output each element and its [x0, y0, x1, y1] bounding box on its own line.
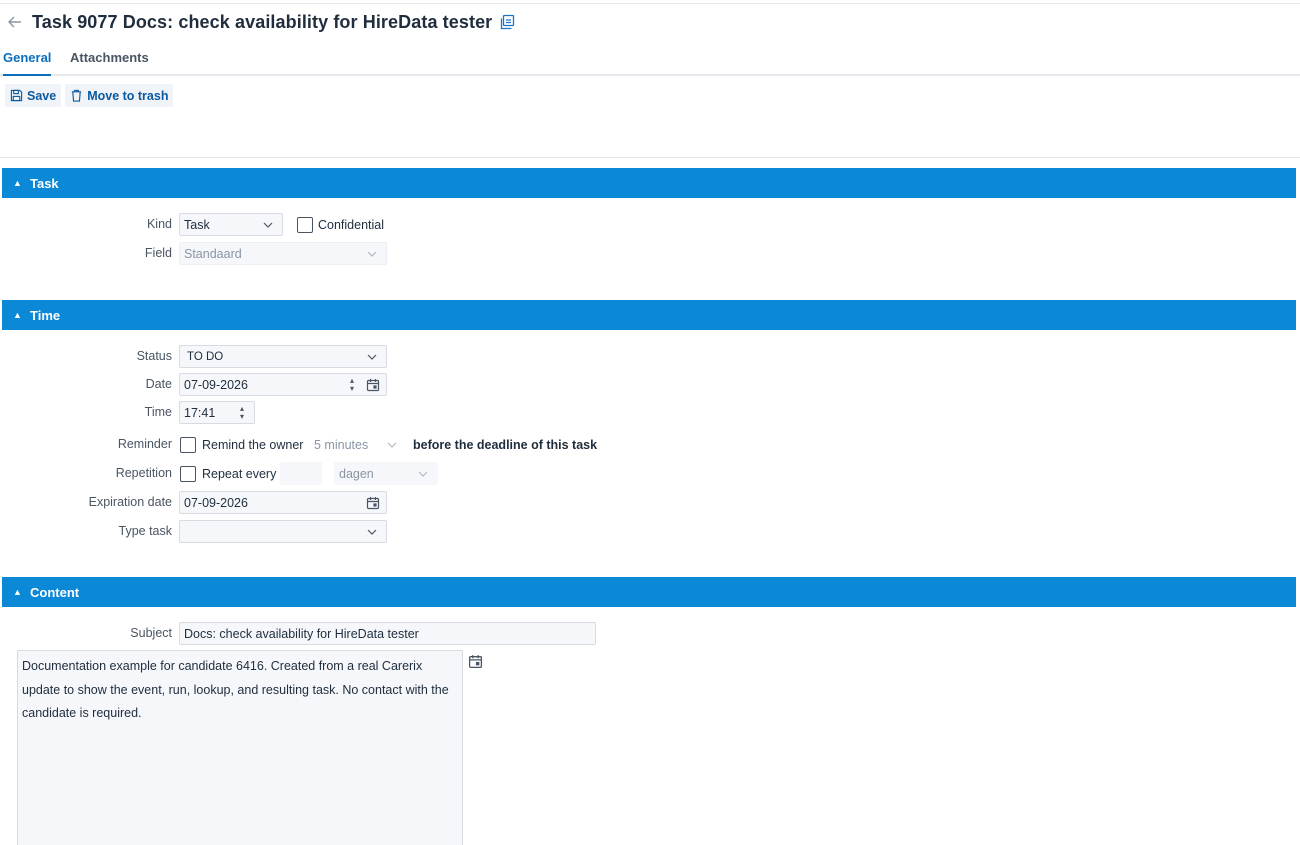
- tab-attachments[interactable]: Attachments: [70, 50, 149, 76]
- page-title: Task 9077 Docs: check availability for H…: [32, 11, 493, 32]
- reminder-text: Remind the owner: [202, 438, 304, 452]
- arrow-left-icon[interactable]: [2, 9, 28, 35]
- notes-line: Documentation example for candidate 6416…: [22, 659, 423, 673]
- toolbar: Save Move to trash: [5, 84, 174, 107]
- repeat-checkbox[interactable]: [180, 466, 196, 482]
- calendar-icon[interactable]: [468, 654, 483, 669]
- move-to-trash-button[interactable]: Move to trash: [65, 84, 174, 107]
- top-border: [0, 3, 1300, 4]
- section-content-header[interactable]: ▲ Content: [2, 577, 1296, 607]
- reminder-suffix: before the deadline of this task: [413, 438, 598, 452]
- chevron-down-icon: [367, 354, 377, 360]
- repeat-unit-value: dagen: [339, 466, 374, 481]
- repeat-count-input: [280, 462, 322, 485]
- reminder-interval-value: 5 minutes: [314, 437, 369, 452]
- tab-general[interactable]: General: [3, 50, 52, 76]
- reminder-label: Reminder: [117, 437, 172, 451]
- chevron-down-icon: [367, 251, 377, 257]
- time-input[interactable]: 17:41 ▴ ▾: [179, 401, 255, 424]
- field-value: Standaard: [184, 246, 242, 261]
- confidential-checkbox[interactable]: [297, 217, 313, 233]
- repeat-unit-select: dagen: [334, 462, 438, 485]
- type-task-select[interactable]: [179, 520, 387, 543]
- collapse-triangle-icon: ▲: [13, 178, 22, 188]
- kind-label: Kind: [146, 217, 172, 231]
- status-value: TO DO: [187, 350, 224, 363]
- notes-line: candidate is required.: [22, 706, 142, 720]
- subject-label: Subject: [130, 626, 172, 640]
- date-input[interactable]: 07-09-2026 ▴ ▾: [179, 373, 387, 396]
- date-value: 07-09-2026: [184, 377, 248, 392]
- trash-label: Move to trash: [87, 88, 169, 103]
- reminder-interval-select: 5 minutes: [309, 433, 407, 456]
- save-icon: [10, 89, 23, 102]
- save-button[interactable]: Save: [5, 84, 62, 107]
- section-task-header[interactable]: ▲ Task: [2, 168, 1296, 198]
- field-select: Standaard: [179, 242, 387, 265]
- notes-textarea[interactable]: Documentation example for candidate 6416…: [17, 650, 463, 845]
- section-title: Content: [30, 584, 80, 600]
- subject-input[interactable]: Docs: check availability for HireData te…: [179, 622, 596, 645]
- type-task-label: Type task: [118, 524, 173, 538]
- copy-icon[interactable]: [499, 13, 517, 31]
- section-time-header[interactable]: ▲ Time: [2, 300, 1296, 330]
- collapse-triangle-icon: ▲: [13, 587, 22, 597]
- date-label: Date: [145, 377, 172, 391]
- section-title: Task: [30, 175, 59, 191]
- chevron-down-icon: [387, 442, 397, 448]
- notes-line: update to show the event, run, lookup, a…: [22, 682, 449, 697]
- chevron-down-icon: [367, 529, 377, 535]
- field-label: Field: [144, 246, 172, 260]
- expiration-date-value: 07-09-2026: [184, 495, 248, 510]
- time-value: 17:41: [184, 405, 216, 420]
- date-stepper[interactable]: ▴ ▾: [348, 376, 356, 394]
- time-stepper[interactable]: ▴ ▾: [238, 404, 246, 422]
- section-title: Time: [30, 307, 61, 323]
- repetition-label: Repetition: [115, 466, 172, 480]
- save-label: Save: [27, 88, 57, 103]
- tab-bar: General Attachments: [0, 46, 1300, 76]
- calendar-icon[interactable]: [366, 496, 380, 510]
- kind-value: Task: [184, 217, 210, 232]
- status-label: Status: [136, 349, 172, 363]
- trash-icon: [72, 89, 82, 102]
- kind-select[interactable]: Task: [179, 213, 283, 236]
- confidential-label: Confidential: [318, 218, 385, 232]
- repeat-text: Repeat every: [202, 467, 277, 481]
- collapse-triangle-icon: ▲: [13, 310, 22, 320]
- calendar-icon[interactable]: [366, 378, 380, 392]
- expiration-date-input[interactable]: 07-09-2026: [179, 491, 387, 514]
- chevron-down-icon: [263, 222, 273, 228]
- subject-value: Docs: check availability for HireData te…: [184, 626, 419, 641]
- reminder-checkbox[interactable]: [180, 437, 196, 453]
- title-bar: Task 9077 Docs: check availability for H…: [0, 8, 517, 36]
- chevron-down-icon: [418, 471, 428, 477]
- expiration-date-label: Expiration date: [88, 495, 172, 509]
- toolbar-divider: [0, 157, 1300, 158]
- status-select[interactable]: TO DO: [179, 345, 387, 368]
- time-label: Time: [144, 405, 172, 419]
